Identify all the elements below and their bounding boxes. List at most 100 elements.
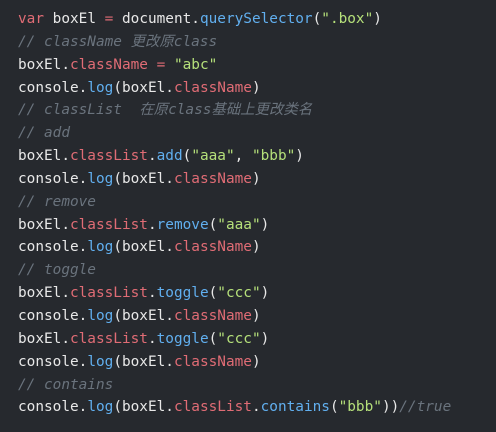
code-token: console. <box>18 79 88 96</box>
code-token: boxEl. <box>18 148 70 165</box>
code-token: querySelector <box>199 11 313 27</box>
code-token: //true <box>399 399 452 416</box>
code-token: console. <box>18 170 88 187</box>
code-token: // contains <box>18 376 114 393</box>
code-line[interactable]: boxEl.className = "abc" <box>0 54 496 77</box>
code-line[interactable]: console.log(boxEl.className) <box>0 351 496 374</box>
code-token: classList <box>69 285 148 302</box>
code-line[interactable]: boxEl.classList.toggle("ccc") <box>0 328 496 351</box>
code-line[interactable]: console.log(boxEl.classList.contains("bb… <box>0 396 496 419</box>
code-token: // add <box>18 125 70 142</box>
code-token: (boxEl. <box>113 307 174 324</box>
code-token: ) <box>260 330 270 347</box>
code-comment-line[interactable]: // toggle <box>0 259 496 282</box>
code-token: ( <box>329 399 339 416</box>
code-token: boxEl. <box>18 216 70 233</box>
code-token: var <box>18 11 44 27</box>
code-line[interactable]: console.log(boxEl.className) <box>0 236 496 259</box>
code-token: . <box>251 399 261 416</box>
code-token: remove <box>156 216 209 233</box>
code-token: ) <box>260 285 270 302</box>
code-token: // remove <box>18 193 96 210</box>
code-line[interactable]: var boxEl = document.querySelector(".box… <box>0 8 496 31</box>
code-comment-line[interactable]: // contains <box>0 374 496 397</box>
code-token: classList <box>69 330 148 347</box>
code-token: add <box>156 148 183 165</box>
code-token: ) <box>260 216 270 233</box>
code-line[interactable]: boxEl.classList.toggle("ccc") <box>0 282 496 305</box>
code-token: ) <box>251 353 261 370</box>
code-token: log <box>87 307 114 324</box>
code-token: // className 更改原class <box>18 33 218 50</box>
code-token: ) <box>295 148 304 165</box>
code-token: . <box>147 285 157 302</box>
code-token: boxEl <box>44 11 105 27</box>
code-token: ) <box>251 307 261 324</box>
code-token: className <box>69 56 148 73</box>
code-token: "bbb" <box>251 148 296 165</box>
code-token: = <box>147 56 174 73</box>
code-token: boxEl. <box>18 285 70 302</box>
code-token: toggle <box>156 330 209 347</box>
code-token: "abc" <box>173 56 218 73</box>
code-token: . <box>147 330 157 347</box>
code-token: log <box>87 170 114 187</box>
code-token: console. <box>18 307 88 324</box>
code-token: boxEl. <box>18 330 70 347</box>
code-token: className <box>173 79 252 96</box>
code-token: )) <box>381 399 400 416</box>
code-token: toggle <box>156 285 209 302</box>
code-token: , <box>234 148 252 165</box>
code-token: (boxEl. <box>113 399 174 416</box>
code-token: classList <box>69 148 148 165</box>
code-token: document. <box>113 11 200 27</box>
code-token: . <box>147 148 157 165</box>
code-token: className <box>173 170 252 187</box>
code-token: classList <box>69 216 148 233</box>
code-comment-line[interactable]: // classList 在原class基础上更改类名 <box>0 99 496 122</box>
code-token: . <box>147 216 157 233</box>
code-token: contains <box>260 399 330 416</box>
code-token: (boxEl. <box>113 353 174 370</box>
code-token: "ccc" <box>217 285 261 302</box>
code-token: ( <box>208 330 218 347</box>
code-token: // classList 在原class基础上更改类名 <box>18 102 313 119</box>
code-token: ) <box>251 170 261 187</box>
code-token: ( <box>182 148 192 165</box>
code-token: ( <box>208 216 218 233</box>
code-token: classList <box>173 399 252 416</box>
code-comment-line[interactable]: // remove <box>0 191 496 214</box>
code-token: boxEl. <box>18 56 70 73</box>
code-line[interactable]: boxEl.classList.add("aaa", "bbb") <box>0 145 496 168</box>
code-token: (boxEl. <box>113 170 174 187</box>
code-token: log <box>87 353 114 370</box>
code-token: log <box>87 399 114 416</box>
code-token: ) <box>251 239 261 256</box>
code-token: "aaa" <box>191 148 235 165</box>
code-token: className <box>173 353 252 370</box>
code-comment-line[interactable]: // add <box>0 122 496 145</box>
code-token: ) <box>251 79 261 96</box>
code-token: className <box>173 307 252 324</box>
code-token: className <box>173 239 252 256</box>
code-token: "bbb" <box>338 399 382 416</box>
code-comment-line[interactable]: // className 更改原class <box>0 31 496 54</box>
code-token: console. <box>18 239 88 256</box>
code-token: "ccc" <box>217 330 261 347</box>
code-token: console. <box>18 399 88 416</box>
code-token: // toggle <box>18 262 96 279</box>
code-line[interactable]: boxEl.classList.remove("aaa") <box>0 214 496 237</box>
code-token: ( <box>312 11 322 27</box>
code-token: ".box" <box>321 11 374 27</box>
code-line[interactable]: console.log(boxEl.className) <box>0 305 496 328</box>
code-token: ( <box>208 285 218 302</box>
code-token: (boxEl. <box>113 79 174 96</box>
code-token: log <box>87 79 114 96</box>
code-token: console. <box>18 353 88 370</box>
code-editor[interactable]: var boxEl = document.querySelector(".box… <box>0 0 496 432</box>
code-token: ) <box>373 11 382 27</box>
code-line[interactable]: console.log(boxEl.className) <box>0 168 496 191</box>
code-line[interactable]: console.log(boxEl.className) <box>0 77 496 100</box>
code-token: "aaa" <box>217 216 261 233</box>
code-token: (boxEl. <box>113 239 174 256</box>
